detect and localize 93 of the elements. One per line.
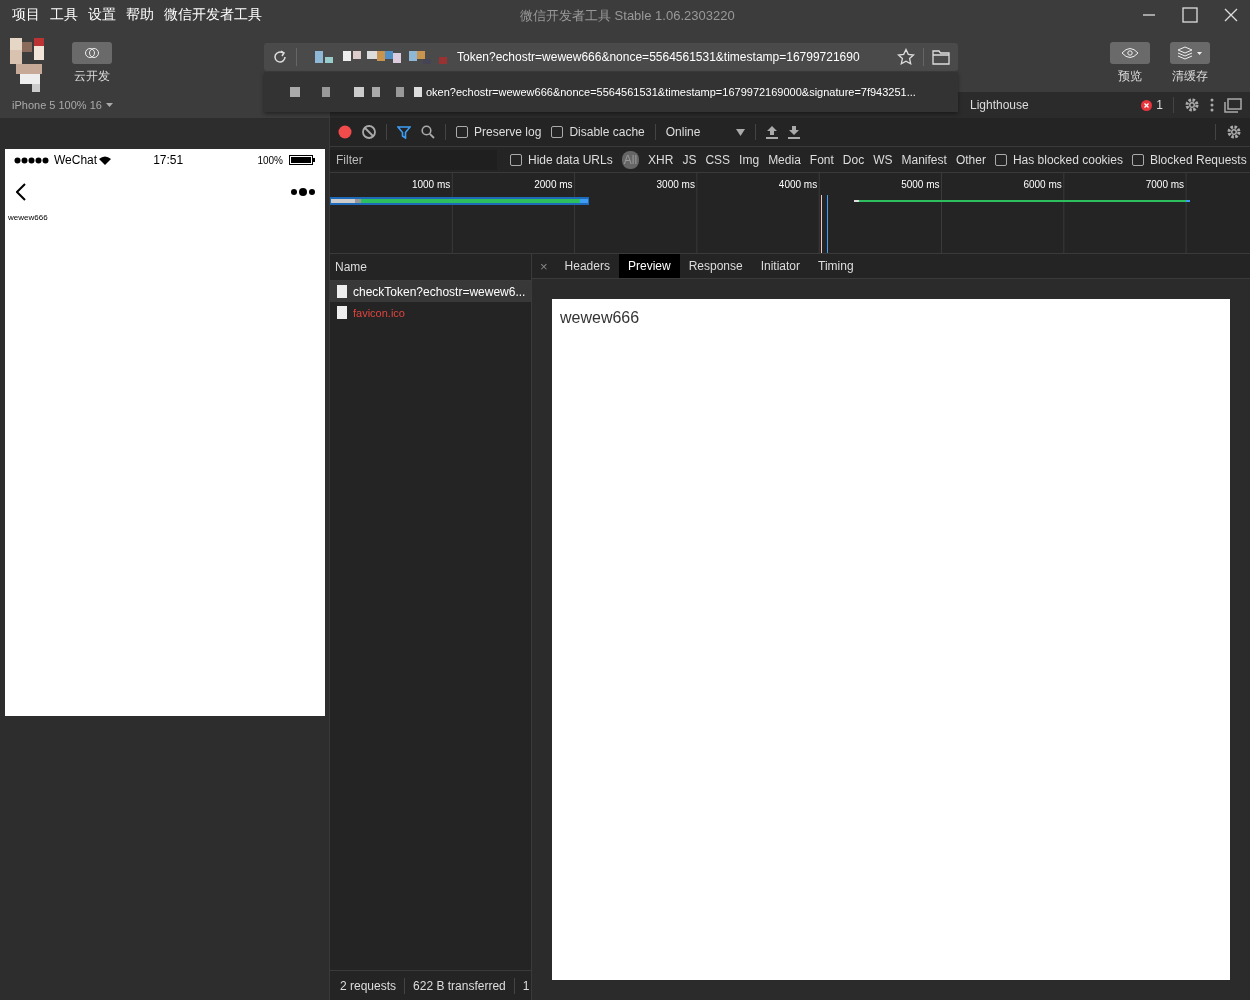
battery-icon (289, 155, 316, 165)
preserve-log-checkbox[interactable]: Preserve log (456, 125, 542, 139)
carrier-text: WeChat (54, 153, 98, 167)
preview-text: wewew666 (560, 309, 640, 326)
devtools-tab[interactable]: Lighthouse (970, 98, 1029, 112)
url-suggestion[interactable]: oken?echostr=wewew666&nonce=5564561531&timestamp=1679972169000&signature=7f943251... (264, 72, 958, 112)
type-filter[interactable]: Font (809, 152, 834, 167)
menu-item[interactable]: 帮助 (126, 6, 154, 24)
tick-label: 5000 ms (900, 179, 940, 190)
back-icon[interactable] (16, 183, 26, 201)
device-selector[interactable]: iPhone 5 100% 16 (12, 99, 102, 111)
hide-data-urls-checkbox[interactable]: Hide data URLs (510, 152, 613, 167)
column-header: Name (335, 260, 367, 274)
type-filter[interactable]: Other (955, 152, 986, 167)
preview-label: 预览 (1118, 68, 1142, 85)
file-icon (337, 306, 347, 319)
settings-icon[interactable] (1184, 97, 1200, 113)
wifi-icon (99, 155, 112, 165)
layers-icon (1177, 46, 1203, 60)
signal-icon (14, 156, 50, 164)
clear-icon[interactable] (362, 125, 376, 139)
tick-label: 2000 ms (533, 179, 573, 190)
battery-text: 100% (257, 154, 283, 166)
type-filter[interactable]: Doc (842, 152, 865, 167)
dock-icon[interactable] (1224, 97, 1242, 113)
caret-icon[interactable] (105, 102, 113, 108)
detail-tab[interactable]: Timing (809, 254, 863, 278)
clear-cache-label: 清缓存 (1172, 68, 1208, 85)
type-filter[interactable]: CSS (705, 152, 731, 167)
timeline-marker (821, 195, 822, 253)
reload-icon[interactable] (272, 49, 288, 65)
throttling-dropdown[interactable]: Online (665, 125, 726, 139)
tick-label: 6000 ms (1022, 179, 1062, 190)
cloud-button[interactable] (72, 42, 112, 64)
status-text: 2 requests (340, 978, 397, 993)
preview-button[interactable] (1110, 42, 1150, 64)
request-name: checkToken?echostr=wewew6... (353, 284, 526, 299)
filter-icon[interactable] (397, 125, 411, 139)
close-icon[interactable] (1224, 8, 1238, 22)
type-filter[interactable]: JS (682, 152, 697, 167)
cloud-icon (84, 47, 100, 59)
tick-label: 1000 ms (410, 179, 451, 190)
eye-icon (1121, 47, 1139, 59)
type-filter[interactable]: XHR (648, 152, 674, 167)
tick-label: 7000 ms (1144, 179, 1185, 190)
folder-icon[interactable] (932, 49, 950, 65)
detail-tab[interactable]: Headers (555, 254, 619, 278)
star-icon[interactable] (897, 48, 915, 66)
close-button[interactable]: × (540, 254, 548, 278)
record-icon[interactable] (338, 125, 352, 139)
settings-icon[interactable] (1226, 124, 1242, 140)
avatar-icon[interactable] (10, 38, 46, 94)
status-text: 622 B transferred (413, 978, 506, 993)
menu-item[interactable]: 工具 (50, 6, 78, 24)
request-name: favicon.ico (353, 306, 405, 319)
detail-tab[interactable]: Initiator (751, 254, 810, 278)
page-text: wewew666 (8, 213, 48, 222)
url-text: Token?echostr=wewew666&nonce=5564561531&timestamp=16799721690 (457, 50, 861, 64)
type-filter[interactable]: Media (768, 152, 801, 167)
address-bar[interactable]: Token?echostr=wewew666&nonce=5564561531&timestamp=16799721690 (264, 43, 958, 71)
dropdown-arrow-icon[interactable] (735, 128, 745, 136)
window-title: 微信开发者工具 Stable 1.06.2303220 (520, 7, 735, 25)
clock-text: 17:51 (153, 153, 185, 167)
search-icon[interactable] (421, 125, 435, 139)
error-icon (1141, 99, 1153, 111)
status-text: 1 (522, 978, 530, 993)
menu-item[interactable]: 微信开发者工具 (164, 6, 262, 24)
timeline-marker (827, 195, 828, 253)
blocked-requests-checkbox[interactable]: Blocked Requests (1131, 152, 1247, 167)
maximize-icon[interactable] (1182, 7, 1198, 23)
suggestion-text: oken?echostr=wewew666&nonce=5564561531&timestamp=1679972169000&signature=7f943251... (426, 86, 916, 98)
error-count: 1 (1156, 98, 1163, 112)
request-row[interactable]: favicon.ico (330, 302, 531, 323)
disable-cache-checkbox[interactable]: Disable cache (551, 125, 645, 139)
tick-label: 3000 ms (655, 179, 695, 190)
more-icon[interactable] (1210, 98, 1214, 112)
filter-field[interactable]: Filter (330, 149, 497, 170)
blocked-cookies-checkbox[interactable]: Has blocked cookies (994, 152, 1123, 167)
type-filter[interactable]: Img (739, 152, 760, 167)
menu-item[interactable]: 项目 (12, 6, 40, 24)
detail-tab[interactable]: Response (679, 254, 752, 278)
request-row[interactable]: checkToken?echostr=wewew6... (330, 281, 531, 302)
type-filter[interactable]: Manifest (901, 152, 947, 167)
type-filter[interactable]: WS (873, 152, 893, 167)
detail-tab[interactable]: Preview (618, 254, 680, 278)
file-icon (337, 285, 347, 298)
download-icon[interactable] (787, 125, 800, 139)
clear-cache-button[interactable] (1170, 42, 1210, 64)
cloud-label: 云开发 (74, 68, 110, 85)
menu-item[interactable]: 设置 (88, 6, 116, 24)
tick-label: 4000 ms (777, 179, 818, 190)
upload-icon[interactable] (765, 125, 778, 139)
more-icon[interactable] (291, 188, 315, 196)
